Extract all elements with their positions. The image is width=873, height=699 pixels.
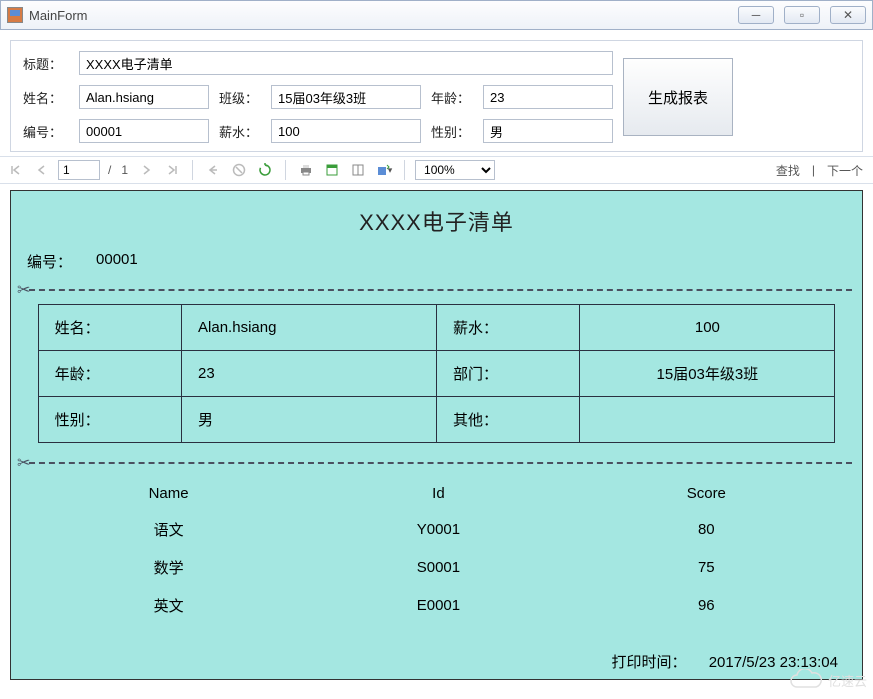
app-icon — [7, 7, 23, 23]
score-header-name: Name — [38, 477, 300, 511]
info-gender-label: 性别： — [38, 397, 181, 443]
minimize-button[interactable]: ─ — [738, 6, 774, 24]
class-label: 班级： — [219, 88, 261, 107]
scissor-icon: ✂ — [15, 453, 32, 473]
info-salary-label: 薪水： — [436, 305, 579, 351]
maximize-button[interactable]: ▫ — [784, 6, 820, 24]
score-id: E0001 — [300, 587, 578, 625]
info-dept-value: 15届03年级3班 — [580, 351, 835, 397]
back-button[interactable] — [203, 160, 223, 180]
report-title: XXXX电子清单 — [21, 199, 852, 247]
layout-button[interactable] — [322, 160, 342, 180]
score-name: 语文 — [38, 511, 300, 549]
info-other-label: 其他： — [436, 397, 579, 443]
form-panel: 标题： 生成报表 姓名： 班级： 年龄： 编号： 薪水： 性别： — [10, 40, 863, 152]
id-input[interactable] — [79, 119, 209, 143]
refresh-button[interactable] — [255, 160, 275, 180]
age-label: 年龄： — [431, 88, 473, 107]
info-age-label: 年龄： — [38, 351, 181, 397]
score-value: 75 — [577, 549, 835, 587]
generate-report-button[interactable]: 生成报表 — [623, 58, 733, 136]
score-row: 语文 Y0001 80 — [38, 511, 836, 549]
score-header-score: Score — [577, 477, 835, 511]
score-id: Y0001 — [300, 511, 578, 549]
name-label: 姓名： — [23, 88, 69, 107]
next-page-button[interactable] — [136, 160, 156, 180]
salary-label: 薪水： — [219, 122, 261, 141]
report-footer: 打印时间： 2017/5/23 23:13:04 — [21, 631, 852, 672]
score-name: 英文 — [38, 587, 300, 625]
prev-page-button[interactable] — [32, 160, 52, 180]
cut-line: ✂ — [21, 282, 852, 296]
next-link[interactable]: 下一个 — [823, 162, 867, 179]
watermark-text: 亿速云 — [828, 671, 867, 690]
report-id-value: 00001 — [96, 251, 138, 272]
score-id: S0001 — [300, 549, 578, 587]
info-name-label: 姓名： — [38, 305, 181, 351]
info-age-value: 23 — [182, 351, 437, 397]
report-id-row: 编号： 00001 — [21, 247, 852, 282]
score-row: 数学 S0001 75 — [38, 549, 836, 587]
scissor-icon: ✂ — [15, 280, 32, 300]
info-dept-label: 部门： — [436, 351, 579, 397]
score-name: 数学 — [38, 549, 300, 587]
stop-button[interactable] — [229, 160, 249, 180]
report-id-label: 编号： — [27, 251, 72, 272]
info-other-value — [580, 397, 835, 443]
id-label: 编号： — [23, 122, 69, 141]
window-titlebar: MainForm ─ ▫ ✕ — [0, 0, 873, 30]
title-label: 标题： — [23, 54, 69, 73]
page-setup-button[interactable] — [348, 160, 368, 180]
export-button[interactable]: ▾ — [374, 160, 394, 180]
age-input[interactable] — [483, 85, 613, 109]
score-row: 英文 E0001 96 — [38, 587, 836, 625]
info-salary-value: 100 — [580, 305, 835, 351]
watermark: 亿速云 — [788, 669, 867, 691]
report-area: XXXX电子清单 编号： 00001 ✂ 姓名： Alan.hsiang 薪水：… — [10, 190, 863, 680]
report-toolbar: / 1 ▾ 100% 查找 | 下一个 — [0, 156, 873, 184]
window-title: MainForm — [29, 8, 738, 23]
score-header-id: Id — [300, 477, 578, 511]
first-page-button[interactable] — [6, 160, 26, 180]
info-name-value: Alan.hsiang — [182, 305, 437, 351]
print-time-label: 打印时间： — [612, 654, 687, 671]
last-page-button[interactable] — [162, 160, 182, 180]
name-input[interactable] — [79, 85, 209, 109]
gender-input[interactable] — [483, 119, 613, 143]
score-header-row: Name Id Score — [38, 477, 836, 511]
page-total: 1 — [119, 163, 130, 177]
window-buttons: ─ ▫ ✕ — [738, 6, 866, 24]
score-table: Name Id Score 语文 Y0001 80 数学 S0001 75 英文… — [38, 477, 836, 625]
page-separator: / — [106, 163, 113, 177]
class-input[interactable] — [271, 85, 421, 109]
score-value: 80 — [577, 511, 835, 549]
close-button[interactable]: ✕ — [830, 6, 866, 24]
cut-line-2: ✂ — [21, 455, 852, 469]
title-input[interactable] — [79, 51, 613, 75]
info-gender-value: 男 — [182, 397, 437, 443]
cloud-icon — [788, 669, 824, 691]
page-input[interactable] — [58, 160, 100, 180]
score-value: 96 — [577, 587, 835, 625]
gender-label: 性别： — [431, 122, 473, 141]
print-button[interactable] — [296, 160, 316, 180]
info-table: 姓名： Alan.hsiang 薪水： 100 年龄： 23 部门： 15届03… — [38, 304, 836, 443]
find-link[interactable]: 查找 — [772, 162, 804, 179]
zoom-select[interactable]: 100% — [415, 160, 495, 180]
salary-input[interactable] — [271, 119, 421, 143]
